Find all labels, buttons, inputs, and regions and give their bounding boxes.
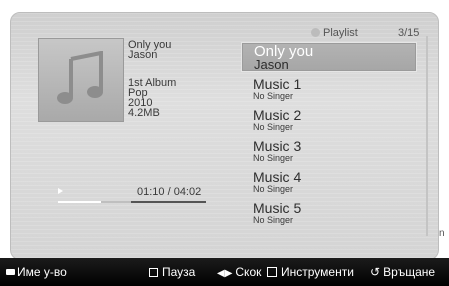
- item-title: Music 1: [253, 76, 302, 92]
- meta-size: 4.2MB: [128, 107, 160, 119]
- enter-icon: [149, 268, 158, 277]
- bottom-control-bar: Име у-во Пауза ◀▶ Скок Инструменти ↺ Връща…: [0, 258, 449, 286]
- skip-button[interactable]: ◀▶ Скок: [217, 265, 261, 279]
- progress-remaining: [130, 201, 206, 203]
- skip-label: Скок: [235, 265, 262, 279]
- playback-time: 01:10 / 04:02: [137, 186, 202, 198]
- device-name-button[interactable]: Име у-во: [6, 265, 67, 279]
- tools-label: Инструменти: [281, 265, 354, 279]
- tools-icon: [267, 267, 277, 277]
- item-subtitle: No Singer: [253, 215, 294, 225]
- track-metadata: Only you Jason 1st Album Pop 2010 4.2MB: [128, 40, 238, 119]
- music-note-icon: [57, 51, 103, 104]
- playlist-scrollbar[interactable]: [426, 36, 428, 236]
- playlist-header: Playlist: [311, 27, 358, 39]
- progress-fill: [58, 201, 101, 203]
- playlist-item[interactable]: Music 3 No Singer: [241, 137, 417, 165]
- item-subtitle: No Singer: [253, 122, 294, 132]
- playlist-item[interactable]: Music 2 No Singer: [241, 106, 417, 134]
- return-label: Връщане: [383, 265, 436, 279]
- progress-bar[interactable]: [58, 201, 206, 203]
- return-button[interactable]: ↺ Връщане: [370, 265, 435, 279]
- item-subtitle: No Singer: [253, 153, 294, 163]
- playlist-item[interactable]: Music 5 No Singer: [241, 199, 417, 227]
- item-subtitle: No Singer: [253, 184, 294, 194]
- item-title: Music 3: [253, 138, 302, 154]
- item-subtitle: Jason: [254, 57, 289, 72]
- playlist-item[interactable]: Music 1 No Singer: [241, 75, 417, 103]
- left-right-arrows-icon: ◀▶: [217, 268, 233, 279]
- meta-artist: Jason: [128, 49, 158, 61]
- device-icon: [6, 269, 15, 275]
- pause-label: Пауза: [162, 265, 196, 279]
- playlist: Only you Jason Music 1 No Singer Music 2…: [241, 42, 417, 230]
- pause-button[interactable]: Пауза: [149, 265, 195, 279]
- side-mark: n: [439, 228, 445, 239]
- playlist-item[interactable]: Music 4 No Singer: [241, 168, 417, 196]
- music-player-screen: Only you Jason 1st Album Pop 2010 4.2MB …: [0, 0, 449, 286]
- device-label: Име у-во: [17, 265, 67, 279]
- tools-button[interactable]: Инструменти: [267, 265, 354, 279]
- item-title: Music 4: [253, 169, 302, 185]
- return-icon: ↺: [370, 265, 381, 279]
- play-icon: [58, 188, 63, 194]
- item-subtitle: No Singer: [253, 91, 294, 101]
- playlist-label: Playlist: [323, 27, 358, 39]
- item-title: Music 2: [253, 107, 302, 123]
- playlist-icon: [311, 28, 320, 37]
- playlist-item-selected[interactable]: Only you Jason: [241, 42, 417, 72]
- item-title: Music 5: [253, 200, 302, 216]
- playlist-count: 3/15: [398, 27, 420, 39]
- album-art: [38, 38, 124, 122]
